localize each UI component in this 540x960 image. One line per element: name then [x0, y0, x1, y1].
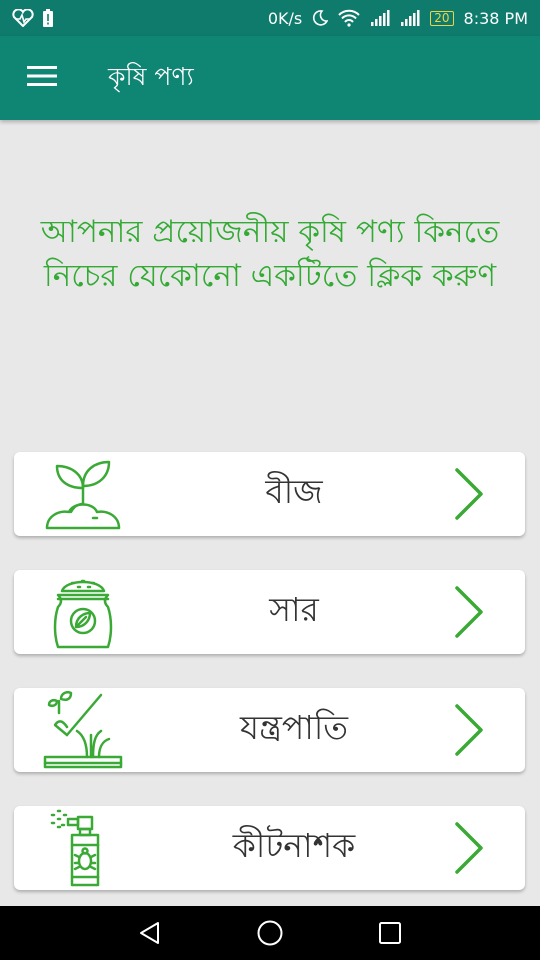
chevron-right-icon [449, 466, 489, 522]
recents-square-icon [379, 922, 401, 944]
category-label-fertilizer: সার [269, 590, 319, 629]
seedling-icon [40, 454, 126, 534]
recents-button[interactable] [375, 918, 405, 948]
category-card-fertilizer[interactable]: সার [14, 570, 525, 654]
status-left [12, 8, 54, 28]
network-speed: 0K/s [267, 8, 303, 28]
category-label-tools: যন্ত্রপাতি [239, 708, 349, 747]
category-card-pesticide[interactable]: কীটনাশক [14, 806, 525, 890]
wifi-icon [338, 9, 360, 27]
category-label-pesticide: কীটনাশক [232, 826, 356, 865]
back-button[interactable] [135, 918, 165, 948]
category-card-seeds[interactable]: বীজ [14, 452, 525, 536]
hoe-tool-icon [40, 690, 126, 770]
hamburger-icon [27, 65, 57, 91]
home-button[interactable] [255, 918, 285, 948]
page-title: কৃষি পণ্য [108, 61, 194, 91]
status-bar: 0K/s 20 8:38 PM [0, 0, 540, 36]
system-nav-bar [0, 906, 540, 960]
moon-icon [312, 10, 329, 26]
battery-alert-icon [42, 8, 54, 28]
chevron-right-icon [449, 584, 489, 640]
signal-icon-1 [370, 10, 390, 26]
menu-button[interactable] [0, 36, 84, 120]
category-card-tools[interactable]: যন্ত্রপাতি [14, 688, 525, 772]
home-circle-icon [257, 920, 283, 946]
app-bar: কৃষি পণ্য [0, 36, 540, 120]
back-triangle-icon [140, 922, 159, 944]
battery-indicator: 20 [430, 10, 454, 26]
chevron-right-icon [449, 820, 489, 876]
signal-icon-2 [400, 10, 420, 26]
instruction-text: আপনার প্রয়োজনীয় কৃষি পণ্য কিনতে নিচের … [40, 214, 500, 294]
fertilizer-sack-icon [40, 572, 126, 652]
category-label-seeds: বীজ [265, 472, 323, 511]
status-time: 8:38 PM [463, 8, 528, 28]
chevron-right-icon [449, 702, 489, 758]
status-right: 0K/s 20 8:38 PM [268, 9, 528, 28]
pesticide-spray-icon [40, 808, 126, 888]
health-icon [12, 9, 34, 27]
